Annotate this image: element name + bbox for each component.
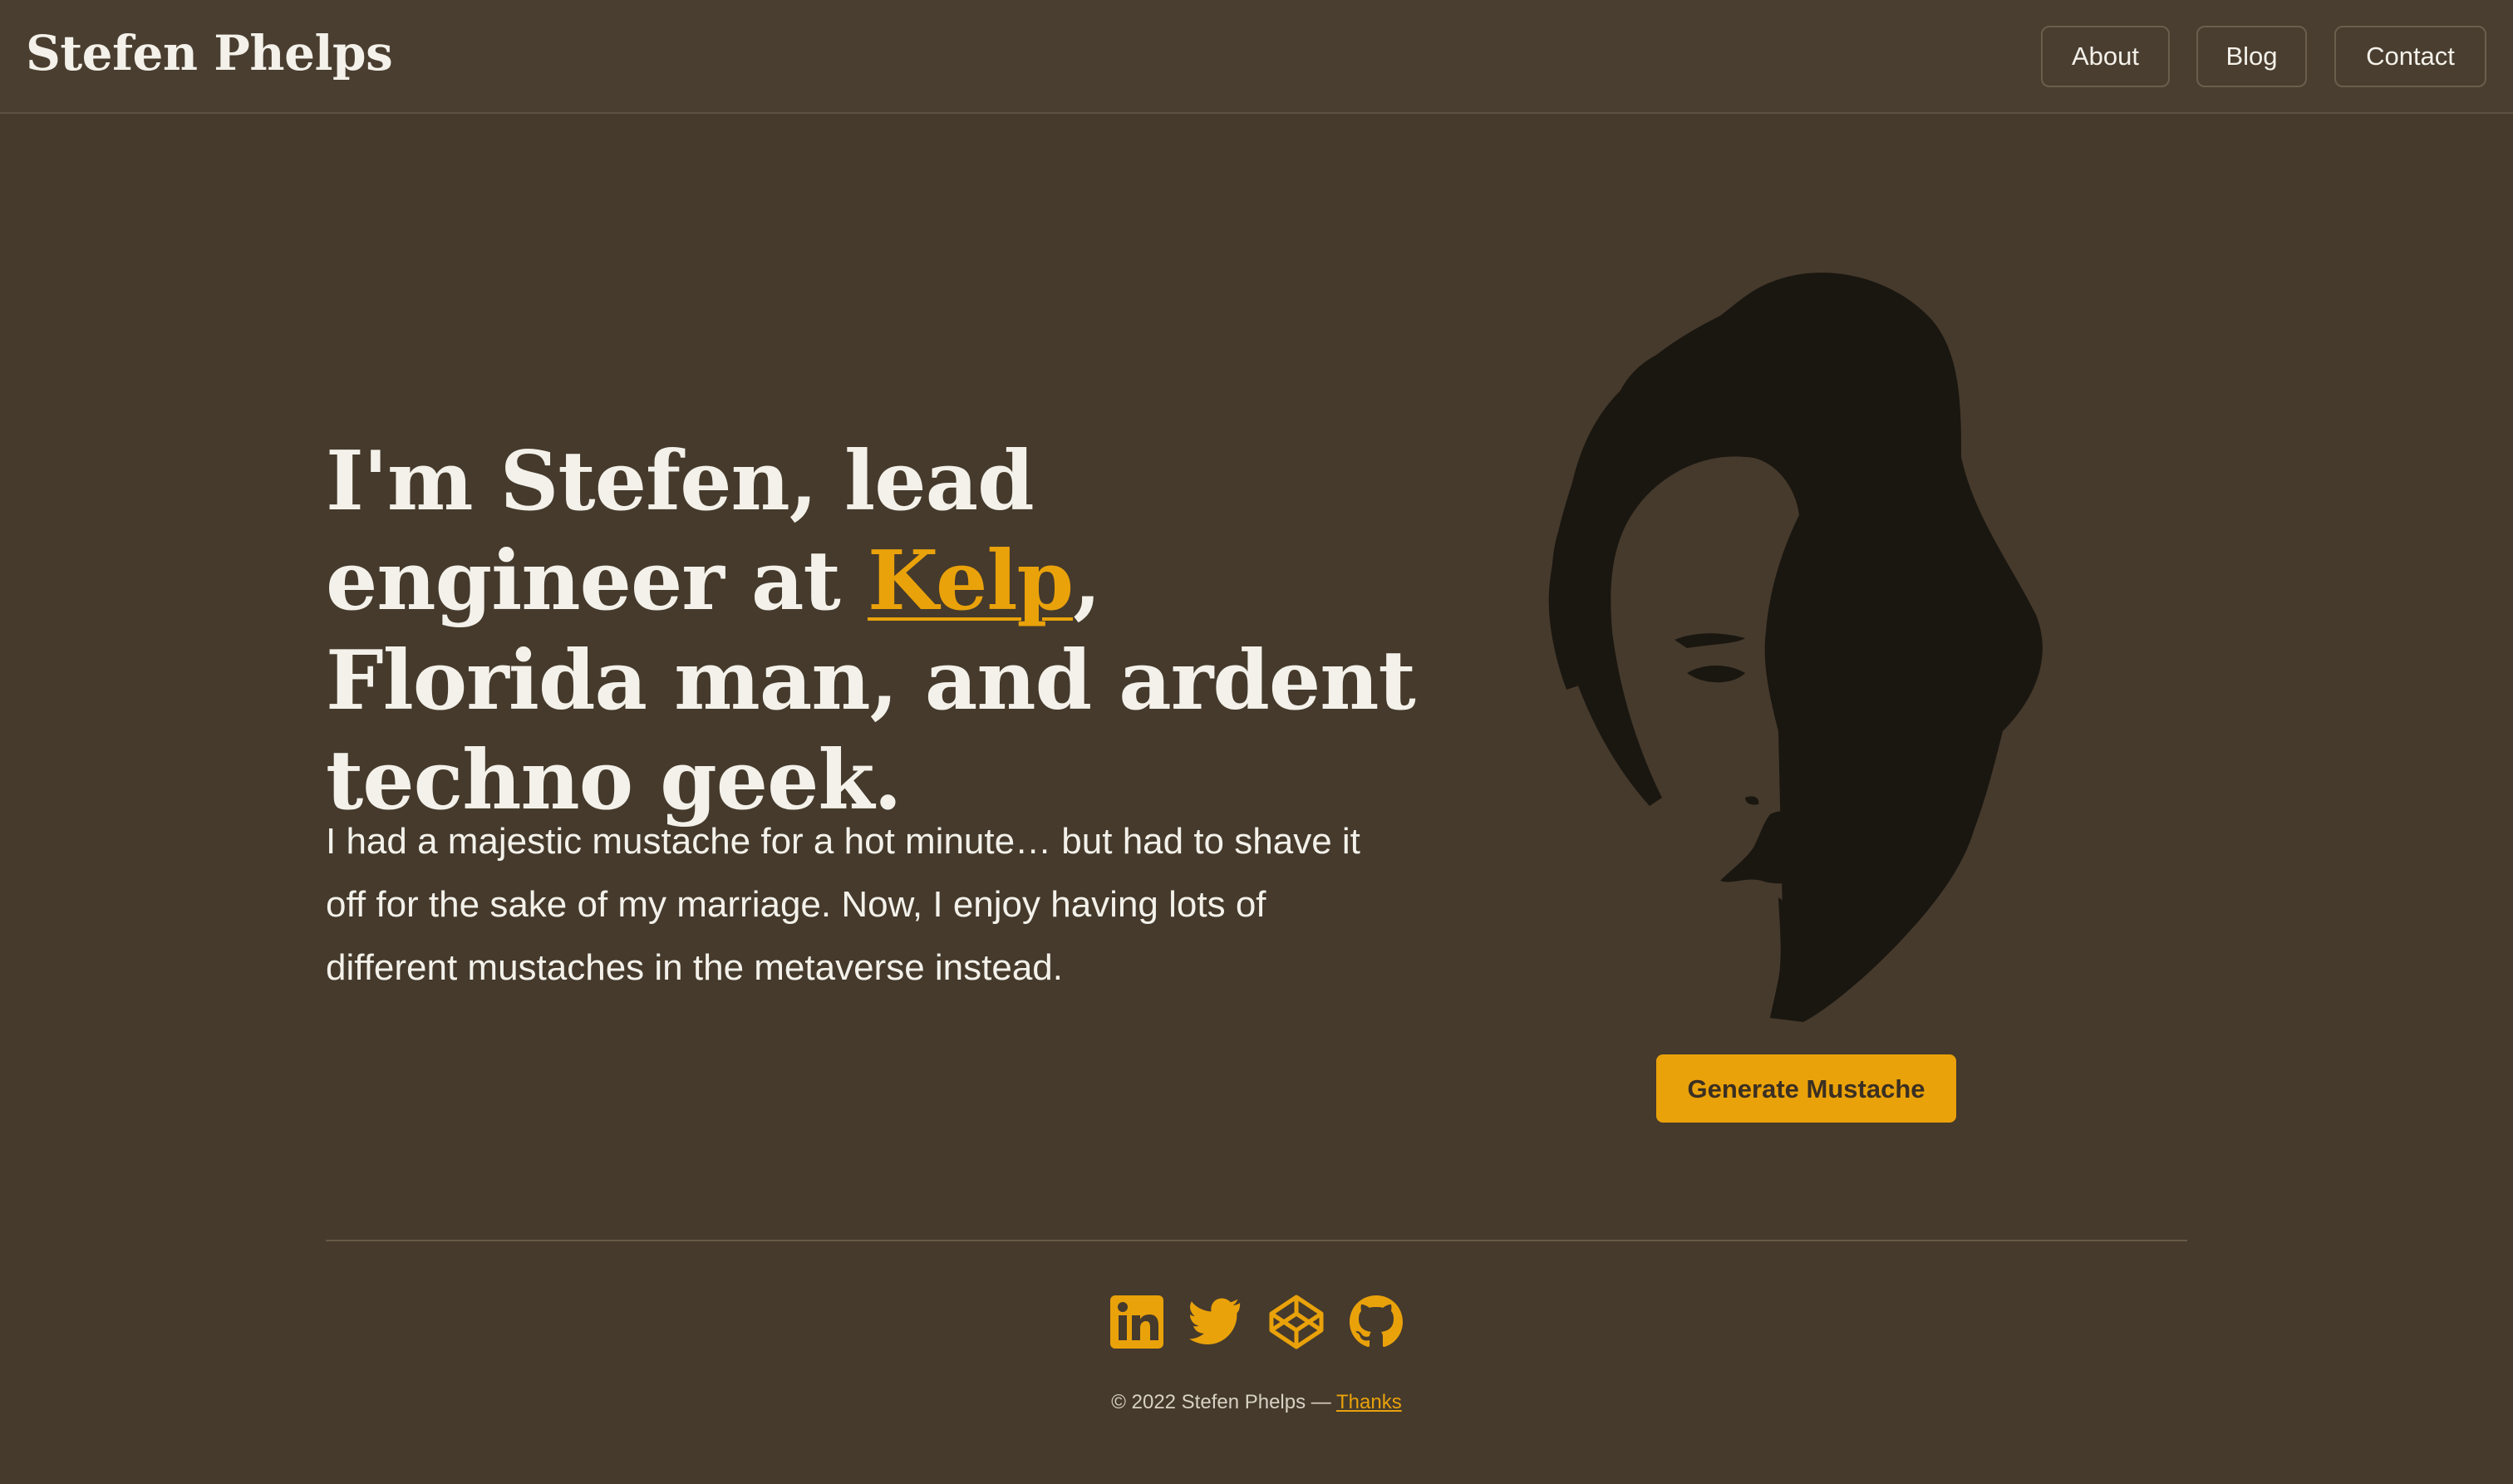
nav-blog-button[interactable]: Blog <box>2196 26 2307 87</box>
codepen-link[interactable] <box>1268 1294 1325 1350</box>
copyright-label: © 2022 Stefen Phelps — <box>1111 1391 1337 1413</box>
codepen-icon <box>1269 1295 1324 1349</box>
twitter-link[interactable] <box>1188 1294 1245 1350</box>
nav-contact-button[interactable]: Contact <box>2334 26 2486 87</box>
github-icon <box>1350 1295 1403 1347</box>
generate-mustache-button[interactable]: Generate Mustache <box>1656 1054 1956 1123</box>
portrait-illustration <box>1496 266 2102 1030</box>
twitter-icon <box>1189 1298 1241 1344</box>
footer-divider <box>326 1240 2187 1241</box>
thanks-link[interactable]: Thanks <box>1336 1391 1402 1413</box>
hero-bio: I had a majestic mustache for a hot minu… <box>326 821 1360 988</box>
portrait-silhouette-icon <box>1548 273 2043 1022</box>
site-title[interactable]: Stefen Phelps <box>26 20 393 86</box>
nav-about-button[interactable]: About <box>2041 26 2170 87</box>
copyright-text: © 2022 Stefen Phelps — Thanks <box>0 1386 2513 1419</box>
linkedin-link[interactable] <box>1109 1294 1165 1350</box>
kelp-link[interactable]: Kelp <box>868 533 1074 629</box>
site-header: Stefen Phelps About Blog Contact <box>0 0 2513 114</box>
hero-headline: I'm Stefen, lead engineer at Kelp, Flori… <box>326 432 1423 831</box>
github-link[interactable] <box>1348 1294 1404 1350</box>
linkedin-icon <box>1110 1295 1163 1349</box>
